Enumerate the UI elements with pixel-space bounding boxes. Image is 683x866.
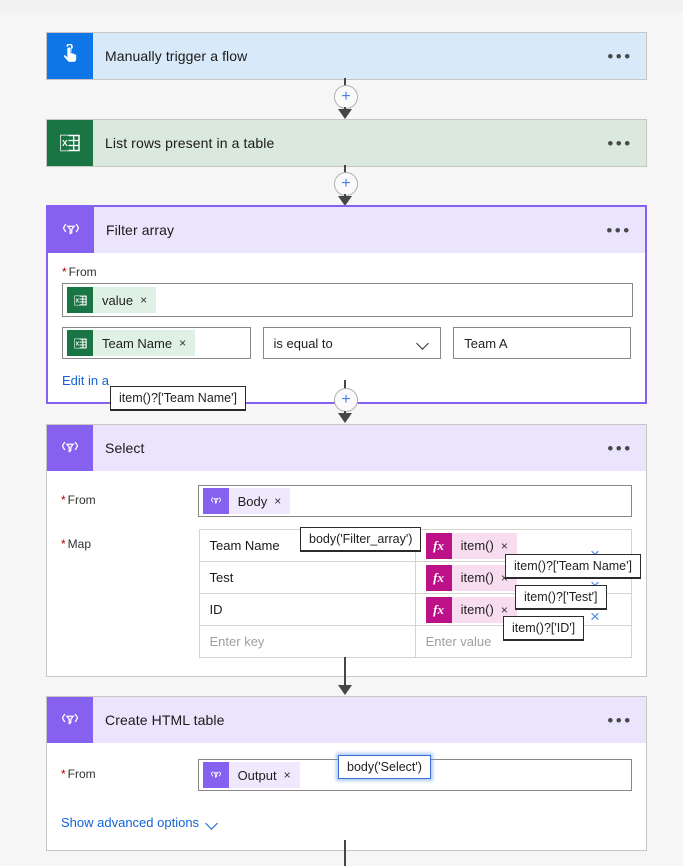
svg-text:X: X (62, 138, 68, 148)
expression-tooltip-select: body('Select') (338, 755, 431, 779)
card-header[interactable]: Select ••• (47, 425, 646, 471)
remove-token-icon[interactable]: × (179, 336, 186, 350)
flow-step-create-html-table[interactable]: Create HTML table ••• * From Output × Sh… (46, 696, 647, 851)
from-label: * From (61, 493, 96, 507)
map-key-cell[interactable]: ID (198, 593, 416, 626)
excel-icon: X (47, 120, 93, 166)
condition-left-input[interactable]: X Team Name × (62, 327, 251, 359)
chevron-down-icon (418, 337, 430, 349)
connector-arrow-icon (338, 413, 352, 423)
excel-icon: X (67, 287, 93, 313)
condition-right-value: Team A (464, 335, 508, 351)
filter-array-body: * From X value × X Team Name × is equal … (48, 253, 645, 410)
step-menu-button[interactable]: ••• (594, 120, 646, 166)
step-menu-button[interactable]: ••• (594, 33, 646, 79)
select-body: * From Body × * Map Team Name fx item() … (47, 471, 646, 676)
excel-icon: X (67, 330, 93, 356)
required-asterisk: * (61, 767, 66, 781)
map-label: * Map (61, 537, 92, 551)
token-value[interactable]: X value × (67, 287, 157, 313)
token-item[interactable]: fx item() × (425, 532, 517, 559)
required-asterisk: * (62, 265, 67, 279)
touch-trigger-icon (47, 33, 93, 79)
flow-step-list-rows[interactable]: X List rows present in a table ••• (46, 119, 647, 167)
remove-token-icon[interactable]: × (140, 293, 147, 307)
from-label: * From (62, 265, 97, 279)
edit-in-advanced-mode-link[interactable]: Edit in a (62, 373, 109, 388)
map-key-cell[interactable]: Test (198, 561, 416, 594)
remove-token-icon[interactable]: × (284, 768, 291, 782)
step-menu-button[interactable]: ••• (593, 207, 645, 253)
function-icon: fx (425, 532, 452, 559)
card-header[interactable]: Manually trigger a flow ••• (47, 33, 646, 79)
token-label: Body × (228, 488, 291, 514)
token-label: Team Name × (93, 330, 196, 356)
svg-text:X: X (75, 298, 79, 304)
flow-designer-canvas: Manually trigger a flow ••• + X List row… (0, 0, 683, 866)
token-label: value × (93, 287, 157, 313)
step-menu-button[interactable]: ••• (594, 425, 646, 471)
remove-token-icon[interactable]: × (274, 494, 281, 508)
expression-tooltip-id: item()?['ID'] (503, 616, 585, 640)
expression-tooltip-team-name: item()?['Team Name'] (505, 554, 641, 578)
token-item[interactable]: fx item() × (425, 564, 517, 591)
from-label: * From (61, 767, 96, 781)
function-icon: fx (425, 596, 452, 623)
remove-token-icon[interactable]: × (501, 539, 508, 553)
connector-arrow-icon (338, 109, 352, 119)
step-title: Filter array (106, 222, 175, 238)
card-header[interactable]: Filter array ••• (48, 207, 645, 253)
condition-row: X Team Name × is equal to Team A (62, 327, 631, 359)
step-title: List rows present in a table (105, 135, 275, 151)
chevron-down-icon (207, 817, 219, 829)
data-operation-icon (202, 488, 229, 514)
create-html-table-body: * From Output × Show advanced options bo… (47, 743, 646, 850)
token-team-name[interactable]: X Team Name × (67, 330, 196, 356)
expression-tooltip-team-name: item()?['Team Name'] (110, 386, 246, 410)
flow-step-trigger[interactable]: Manually trigger a flow ••• (46, 32, 647, 80)
delete-map-row-button[interactable]: × (590, 608, 600, 625)
operator-value: is equal to (273, 335, 333, 351)
add-step-button[interactable]: + (334, 388, 358, 412)
expression-tooltip-from: body('Filter_array') (300, 527, 422, 551)
from-input[interactable]: X value × (62, 283, 633, 317)
add-step-button[interactable]: + (334, 85, 358, 109)
condition-right-input[interactable]: Team A (453, 327, 631, 359)
token-label: Output × (228, 762, 300, 788)
data-operation-icon (48, 207, 94, 253)
required-asterisk: * (61, 493, 66, 507)
select-from-row: * From Body × (61, 485, 632, 517)
connector-arrow-icon (338, 685, 352, 695)
expression-tooltip-test: item()?['Test'] (515, 585, 607, 609)
step-title: Select (105, 440, 145, 456)
add-step-button[interactable]: + (334, 172, 358, 196)
canvas-top-strip (0, 0, 683, 12)
flow-step-select[interactable]: Select ••• * From Body × * Map Team Name… (46, 424, 647, 677)
flow-step-filter-array[interactable]: Filter array ••• * From X value × X Team… (46, 205, 647, 410)
data-operation-icon (202, 762, 229, 788)
map-key-placeholder[interactable]: Enter key (198, 625, 416, 658)
step-menu-button[interactable]: ••• (594, 697, 646, 743)
data-operation-icon (47, 425, 93, 471)
card-header[interactable]: Create HTML table ••• (47, 697, 646, 743)
required-asterisk: * (61, 537, 66, 551)
function-icon: fx (425, 564, 452, 591)
select-from-input[interactable]: Body × (197, 485, 632, 517)
connector-line (344, 840, 346, 866)
data-operation-icon (47, 697, 93, 743)
condition-operator-dropdown[interactable]: is equal to (262, 327, 442, 359)
token-body[interactable]: Body × (202, 488, 291, 514)
connector-line (344, 657, 346, 687)
svg-text:X: X (75, 341, 79, 347)
step-title: Manually trigger a flow (105, 48, 248, 64)
advanced-link-label: Show advanced options (61, 815, 200, 830)
remove-token-icon[interactable]: × (501, 603, 508, 617)
step-title: Create HTML table (105, 712, 225, 728)
token-output[interactable]: Output × (202, 762, 300, 788)
card-header[interactable]: X List rows present in a table ••• (47, 120, 646, 166)
show-advanced-options-link[interactable]: Show advanced options (61, 815, 219, 830)
